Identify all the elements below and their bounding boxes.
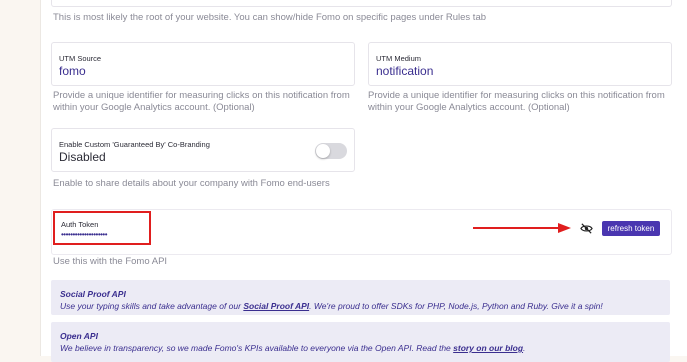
cobranding-toggle[interactable] [315,143,347,159]
social-proof-text-pre: Use your typing skills and take advantag… [60,301,244,311]
utm-source-label: UTM Source [59,54,102,63]
utm-medium-label: UTM Medium [376,54,422,63]
social-proof-text-post: . We're proud to offer SDKs for PHP, Nod… [309,301,603,311]
open-api-title: Open API [60,331,98,341]
auth-token-value[interactable]: •••••••••••••••••••• [61,230,108,239]
arrow-right-icon [473,223,571,233]
open-api-text: We believe in transparency, so we made F… [60,343,525,353]
social-proof-title: Social Proof API [60,289,126,299]
cobranding-field: Enable Custom 'Guaranteed By' Co-Brandin… [51,128,355,172]
toggle-knob [316,144,330,158]
auth-hint: Use this with the Fomo API [53,256,168,267]
cobranding-label: Enable Custom 'Guaranteed By' Co-Brandin… [59,140,210,149]
cobranding-hint: Enable to share details about your compa… [53,178,330,189]
open-api-callout: Open API We believe in transparency, so … [51,322,670,362]
utm-medium-hint: Provide a unique identifier for measurin… [368,90,665,113]
blog-story-link[interactable]: story on our blog [453,343,523,353]
utm-source-hint: Provide a unique identifier for measurin… [53,90,350,113]
refresh-token-button[interactable]: refresh token [602,221,660,236]
open-api-text-post: . [523,343,526,353]
social-proof-text: Use your typing skills and take advantag… [60,301,603,311]
root-hint: This is most likely the root of your web… [53,12,487,23]
cobranding-value: Disabled [59,150,106,164]
auth-token-highlight: Auth Token •••••••••••••••••••• [53,211,151,245]
eye-slash-icon[interactable] [580,222,593,235]
utm-source-value[interactable]: fomo [59,64,86,78]
auth-token-label: Auth Token [61,220,99,229]
social-proof-callout: Social Proof API Use your typing skills … [51,280,670,315]
open-api-text-pre: We believe in transparency, so we made F… [60,343,454,353]
utm-medium-field[interactable]: UTM Medium notification [368,42,672,86]
utm-source-field[interactable]: UTM Source fomo [51,42,355,86]
utm-medium-value[interactable]: notification [376,64,433,78]
social-proof-link[interactable]: Social Proof API [243,301,309,311]
website-url-field[interactable] [51,0,672,7]
